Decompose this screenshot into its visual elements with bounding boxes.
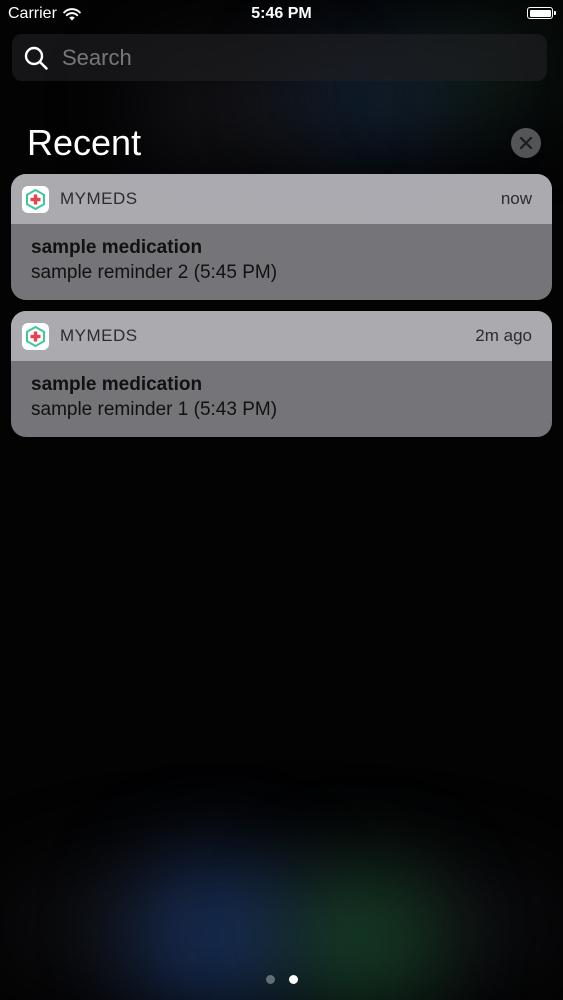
notification-center: Carrier 5:46 PM Recent xyxy=(0,0,563,1000)
search-icon xyxy=(24,46,48,70)
section-title-recent: Recent xyxy=(27,122,142,163)
notification-header: MYMEDS now xyxy=(11,174,552,224)
notification-body: sample medication sample reminder 1 (5:4… xyxy=(11,361,552,423)
notification-app-name: MYMEDS xyxy=(60,189,138,208)
medical-cross-icon xyxy=(22,185,49,213)
notification-header: MYMEDS 2m ago xyxy=(11,311,552,361)
status-time: 5:46 PM xyxy=(251,5,312,22)
notification-title: sample medication xyxy=(31,374,203,395)
search-bar[interactable] xyxy=(12,34,547,81)
page-indicator[interactable] xyxy=(0,975,563,984)
search-input[interactable] xyxy=(60,43,547,72)
page-dot[interactable] xyxy=(265,975,275,984)
notification-card[interactable]: MYMEDS 2m ago sample medication sample r… xyxy=(11,311,552,437)
notification-message: sample reminder 1 (5:43 PM) xyxy=(31,399,278,420)
page-dot-active[interactable] xyxy=(288,975,298,984)
notification-time: 2m ago xyxy=(475,326,532,345)
notification-time: now xyxy=(500,189,532,208)
status-bar: Carrier 5:46 PM xyxy=(0,0,563,30)
notification-message: sample reminder 2 (5:45 PM) xyxy=(31,262,278,283)
clear-notifications-button[interactable] xyxy=(511,128,541,158)
battery-icon xyxy=(527,7,556,19)
battery-fill xyxy=(529,9,551,17)
notification-body: sample medication sample reminder 2 (5:4… xyxy=(11,224,552,286)
notification-app-name: MYMEDS xyxy=(60,326,138,345)
background-glow xyxy=(0,860,563,990)
notification-title: sample medication xyxy=(31,237,203,258)
medical-cross-icon xyxy=(22,322,49,350)
notification-card[interactable]: MYMEDS now sample medication sample remi… xyxy=(11,174,552,300)
close-icon xyxy=(519,136,533,150)
